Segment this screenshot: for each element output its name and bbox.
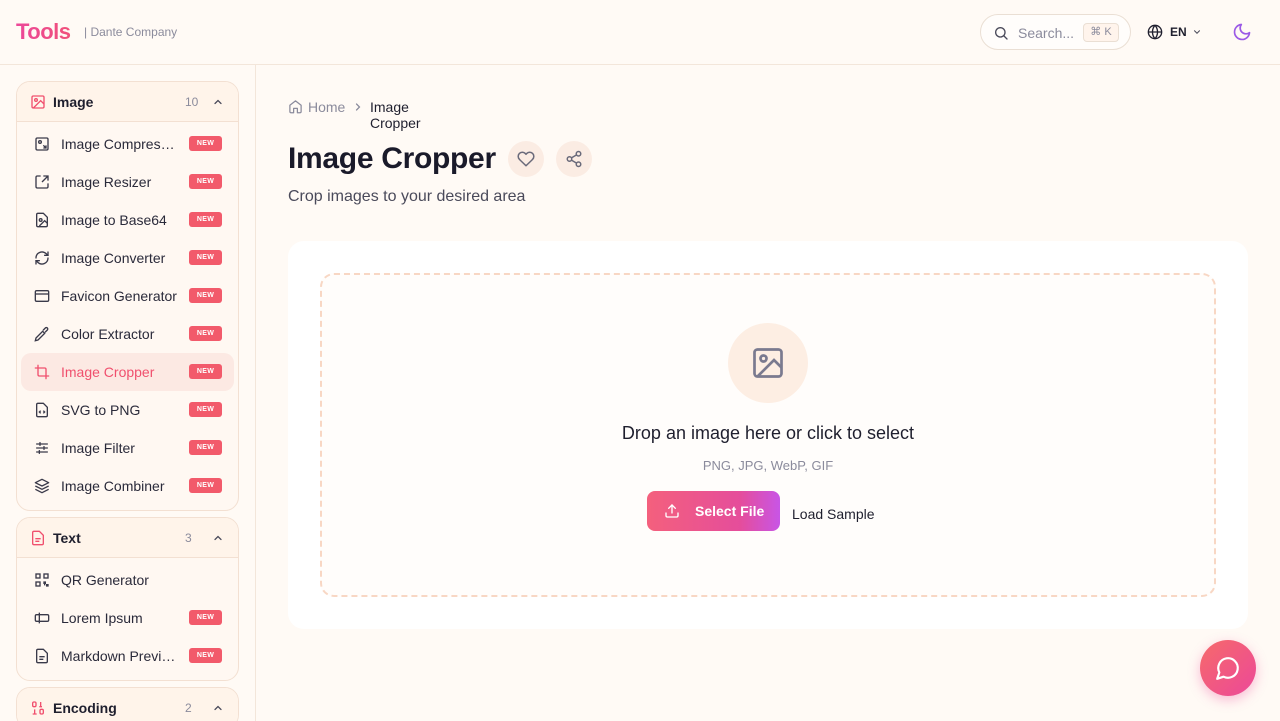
chevron-down-icon xyxy=(1192,27,1202,37)
load-sample-button[interactable]: Load Sample xyxy=(792,506,875,522)
breadcrumb-current: Image Cropper xyxy=(370,99,421,131)
chevron-up-icon xyxy=(212,532,224,544)
new-badge: NEW xyxy=(189,326,222,341)
sidebar-item-image-cropper[interactable]: Image Cropper NEW xyxy=(21,353,234,391)
new-badge: NEW xyxy=(189,648,222,663)
search-input[interactable]: Search... ⌘ K xyxy=(980,14,1131,50)
new-badge: NEW xyxy=(189,136,222,151)
chat-button[interactable] xyxy=(1200,640,1256,696)
sidebar-item-label: Image Combiner xyxy=(61,478,165,494)
top-header: Tools | Dante Company Search... ⌘ K EN xyxy=(0,0,1280,65)
sidebar-item-label: Image to Base64 xyxy=(61,212,167,228)
sidebar-item-image-converter[interactable]: Image Converter NEW xyxy=(21,239,234,277)
page-subtitle: Crop images to your desired area xyxy=(288,188,526,205)
file-text-icon xyxy=(34,648,50,664)
globe-icon xyxy=(1147,24,1163,40)
sidebar-item-label: Color Extractor xyxy=(61,326,155,342)
chevron-right-icon xyxy=(352,101,364,113)
moon-icon xyxy=(1232,22,1252,42)
select-file-label: Select File xyxy=(695,503,765,519)
text-cursor-icon xyxy=(34,610,50,626)
sidebar-group-text: Text 3 QR Generator Lorem Ipsum NEW Mark… xyxy=(16,517,239,681)
crop-icon xyxy=(34,364,50,380)
group-title: Text xyxy=(53,530,81,546)
layers-icon xyxy=(34,478,50,494)
new-badge: NEW xyxy=(189,364,222,379)
search-placeholder: Search... xyxy=(1018,25,1075,41)
group-title: Image xyxy=(53,94,94,110)
sidebar-item-label: Lorem Ipsum xyxy=(61,610,143,626)
new-badge: NEW xyxy=(189,288,222,303)
group-count: 10 xyxy=(185,95,199,109)
sidebar-item-label: SVG to PNG xyxy=(61,402,141,418)
image-icon xyxy=(30,94,46,110)
qr-code-icon xyxy=(34,572,50,588)
logo[interactable]: Tools xyxy=(16,19,71,45)
sidebar: Image 10 Image Compressor NEW Image Resi… xyxy=(0,65,256,721)
sidebar-item-label: Favicon Generator xyxy=(61,288,177,304)
dropzone-image-icon-wrap xyxy=(728,323,808,403)
chevron-up-icon xyxy=(212,96,224,108)
dropzone-title: Drop an image here or click to select xyxy=(621,423,915,443)
sidebar-item-image-compressor[interactable]: Image Compressor NEW xyxy=(21,125,234,163)
home-icon xyxy=(288,99,303,114)
search-shortcut: ⌘ K xyxy=(1083,23,1119,42)
sidebar-group-header-image[interactable]: Image 10 xyxy=(17,82,238,122)
sidebar-group-header-encoding[interactable]: Encoding 2 xyxy=(17,688,238,721)
image-dropzone[interactable]: Drop an image here or click to select PN… xyxy=(320,273,1216,597)
binary-icon xyxy=(30,700,46,716)
new-badge: NEW xyxy=(189,402,222,417)
sidebar-item-label: Image Converter xyxy=(61,250,166,266)
file-text-icon xyxy=(30,530,46,546)
group-count: 3 xyxy=(185,531,192,545)
browser-window-icon xyxy=(34,288,50,304)
sidebar-item-label: Image Compressor xyxy=(61,136,179,152)
resize-icon xyxy=(34,174,50,190)
file-image-icon xyxy=(34,212,50,228)
search-icon xyxy=(993,25,1009,41)
sidebar-item-label: Image Cropper xyxy=(61,364,155,380)
sidebar-item-favicon-generator[interactable]: Favicon Generator NEW xyxy=(21,277,234,315)
new-badge: NEW xyxy=(189,478,222,493)
company-name: | Dante Company xyxy=(84,25,178,39)
sidebar-group-image: Image 10 Image Compressor NEW Image Resi… xyxy=(16,81,239,511)
sidebar-item-image-combiner[interactable]: Image Combiner NEW xyxy=(21,467,234,505)
group-count: 2 xyxy=(185,701,192,715)
dropzone-formats: PNG, JPG, WebP, GIF xyxy=(702,458,834,473)
eyedropper-icon xyxy=(34,326,50,342)
sidebar-item-image-to-base64[interactable]: Image to Base64 NEW xyxy=(21,201,234,239)
file-code-icon xyxy=(34,402,50,418)
page-title: Image Cropper xyxy=(288,142,496,175)
sidebar-group-encoding: Encoding 2 xyxy=(16,687,239,721)
sidebar-item-qr-generator[interactable]: QR Generator xyxy=(21,561,234,599)
upload-card: Drop an image here or click to select PN… xyxy=(288,241,1248,629)
sidebar-item-label: Markdown Preview xyxy=(61,648,179,664)
sidebar-item-svg-to-png[interactable]: SVG to PNG NEW xyxy=(21,391,234,429)
group-title: Encoding xyxy=(53,700,117,716)
sidebar-item-markdown-preview[interactable]: Markdown Preview NEW xyxy=(21,637,234,675)
language-code: EN xyxy=(1170,25,1187,39)
sidebar-item-lorem-ipsum[interactable]: Lorem Ipsum NEW xyxy=(21,599,234,637)
sidebar-item-image-filter[interactable]: Image Filter NEW xyxy=(21,429,234,467)
sidebar-item-image-resizer[interactable]: Image Resizer NEW xyxy=(21,163,234,201)
new-badge: NEW xyxy=(189,440,222,455)
sidebar-item-label: QR Generator xyxy=(61,572,149,588)
new-badge: NEW xyxy=(189,610,222,625)
new-badge: NEW xyxy=(189,250,222,265)
sidebar-item-label: Image Filter xyxy=(61,440,135,456)
share-button[interactable] xyxy=(556,141,592,177)
new-badge: NEW xyxy=(189,212,222,227)
refresh-icon xyxy=(34,250,50,266)
image-compress-icon xyxy=(34,136,50,152)
sliders-icon xyxy=(34,440,50,456)
sidebar-group-header-text[interactable]: Text 3 xyxy=(17,518,238,558)
chevron-up-icon xyxy=(212,702,224,714)
breadcrumb-home-link[interactable]: Home xyxy=(308,99,345,115)
new-badge: NEW xyxy=(189,174,222,189)
sidebar-item-color-extractor[interactable]: Color Extractor NEW xyxy=(21,315,234,353)
sidebar-item-label: Image Resizer xyxy=(61,174,152,190)
favorite-button[interactable] xyxy=(508,141,544,177)
select-file-button[interactable]: Select File xyxy=(647,491,780,531)
theme-toggle-button[interactable] xyxy=(1232,22,1252,42)
